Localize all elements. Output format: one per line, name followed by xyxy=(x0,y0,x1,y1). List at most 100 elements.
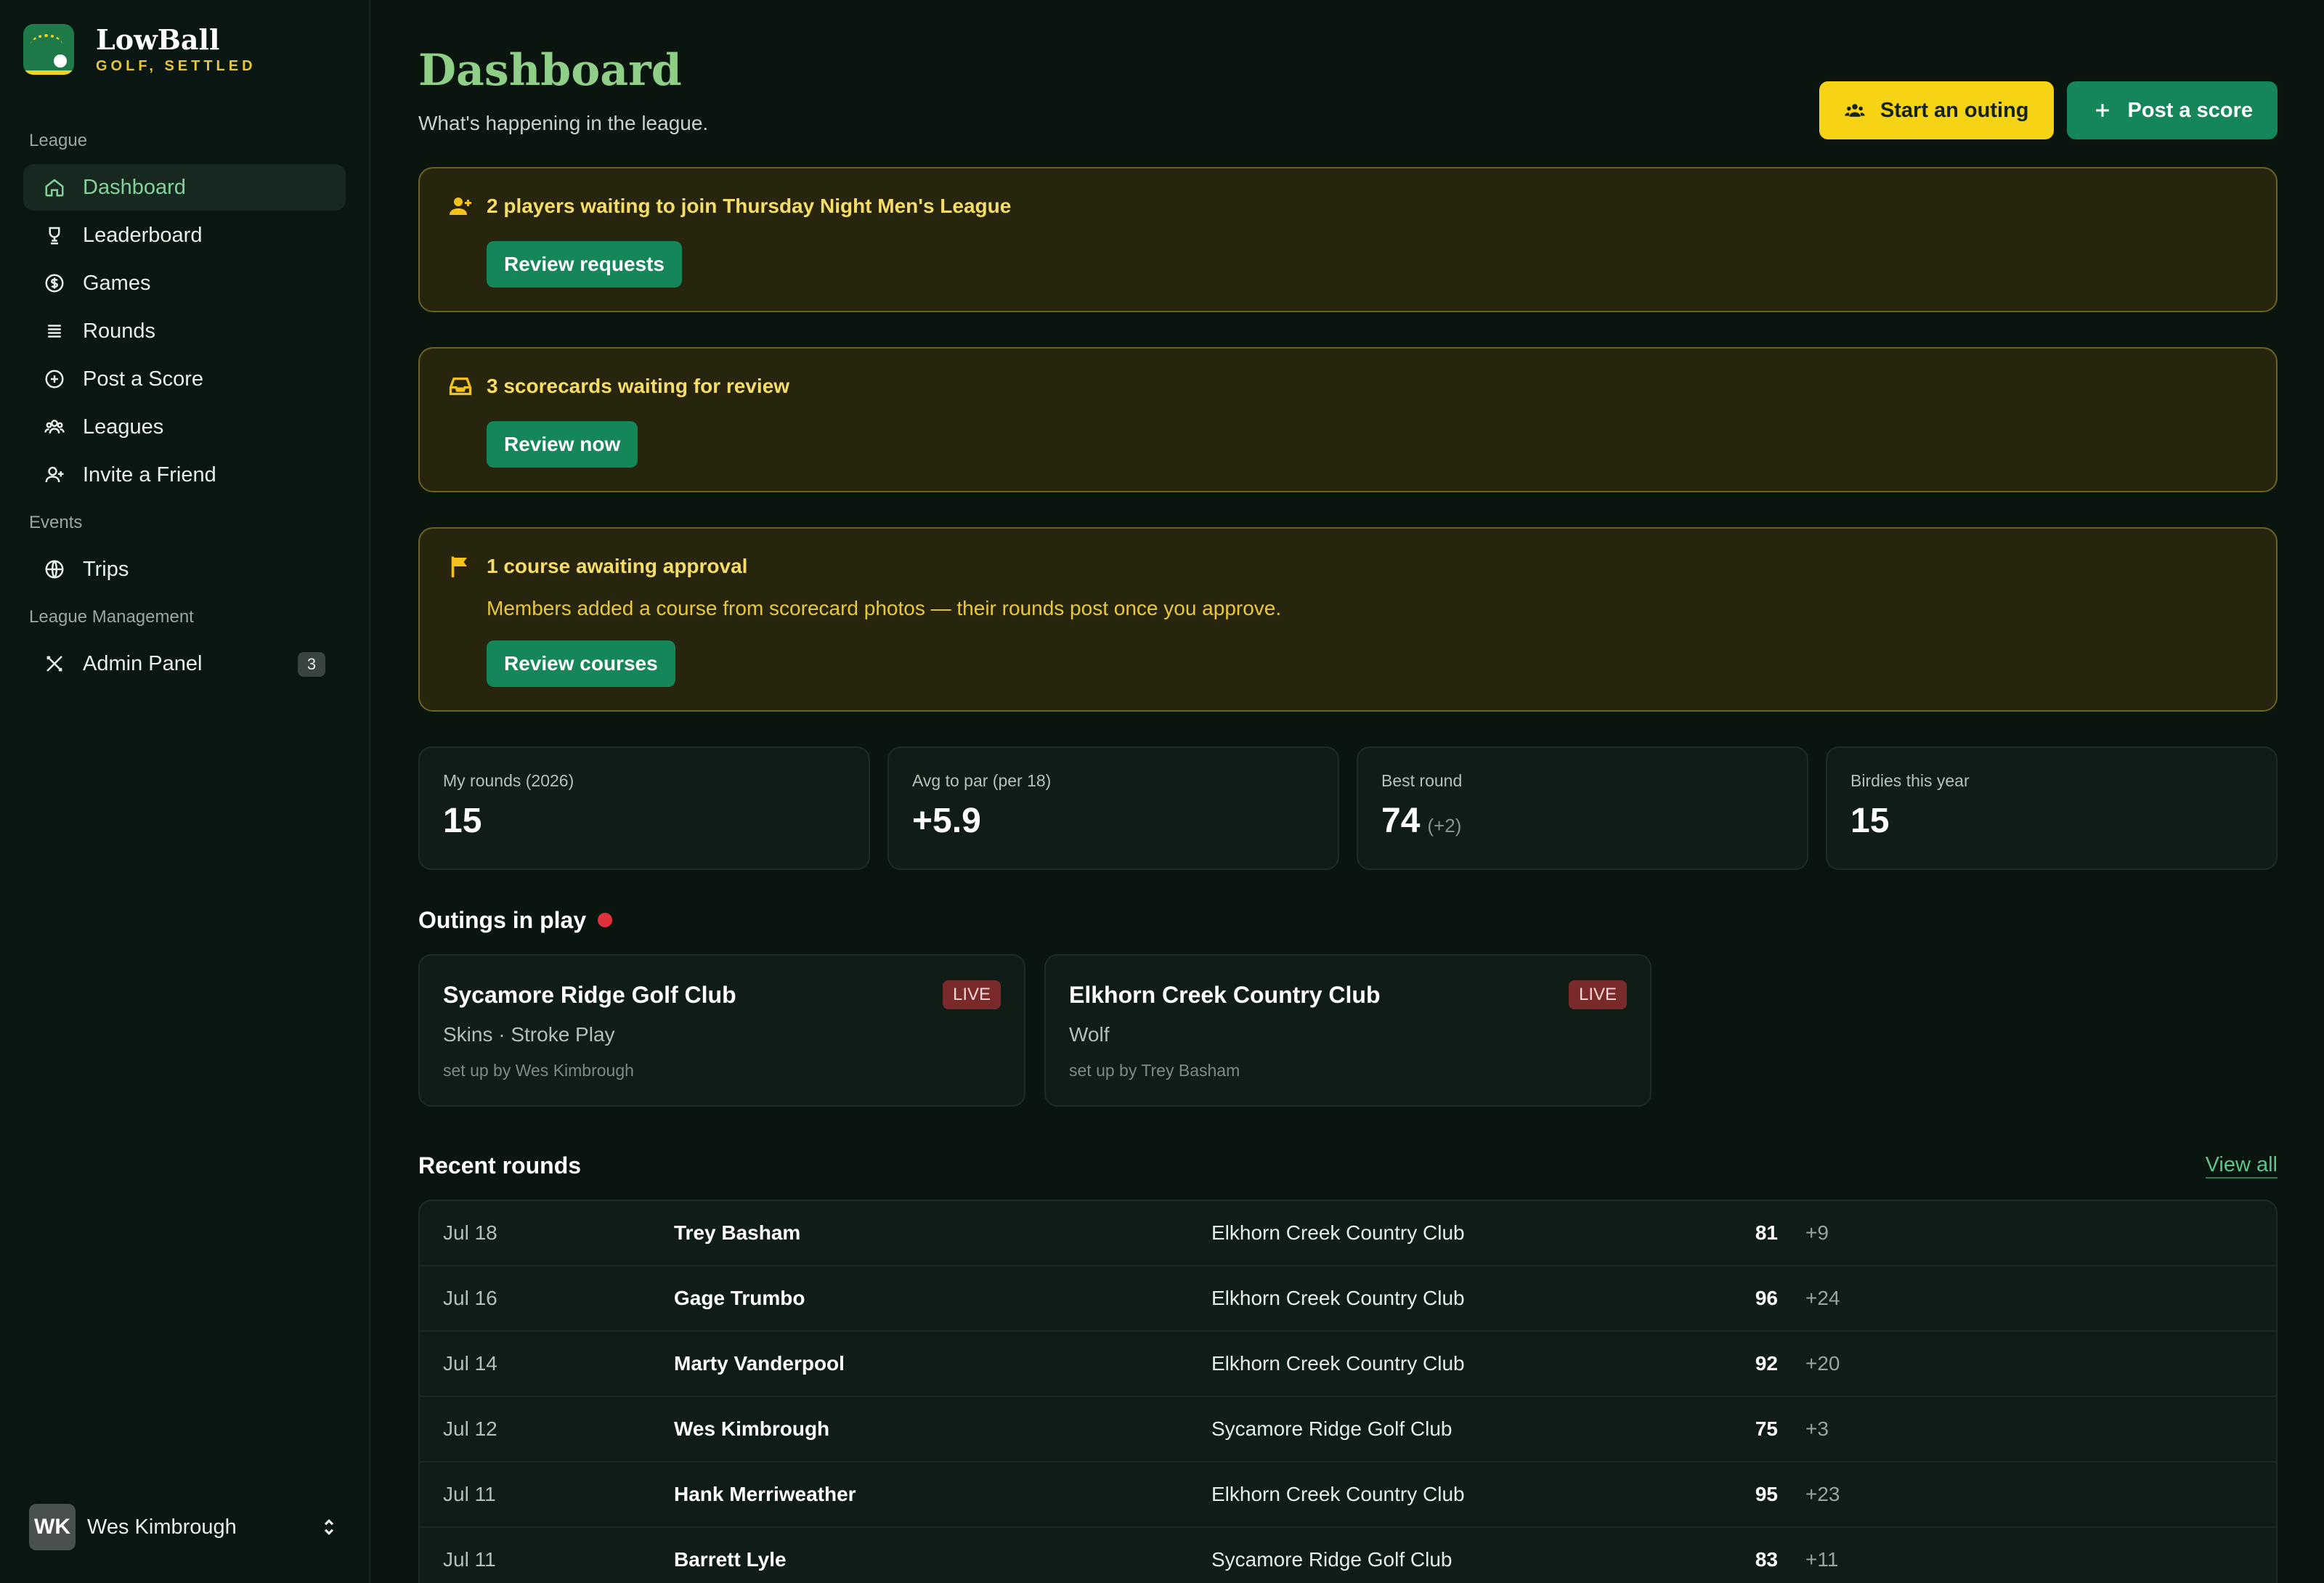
round-course: Elkhorn Creek Country Club xyxy=(1211,1483,1465,1505)
outings-heading: Outings in play xyxy=(418,902,2278,938)
tools-icon xyxy=(42,651,67,676)
review-courses-button[interactable]: Review courses xyxy=(487,640,675,687)
page-subtitle: What's happening in the league. xyxy=(418,112,709,134)
round-score: 92 xyxy=(1755,1352,1778,1375)
plus-icon xyxy=(2095,104,2109,117)
round-player: Barrett Lyle xyxy=(674,1548,787,1571)
globe-icon xyxy=(42,557,67,582)
stat-label: Avg to par (per 18) xyxy=(912,771,1052,790)
sidebar-item-games[interactable]: Games xyxy=(23,260,346,306)
round-date: Jul 16 xyxy=(443,1287,497,1309)
live-badge: LIVE xyxy=(942,980,1001,1009)
user-plus-icon xyxy=(446,192,475,221)
round-to-par: +23 xyxy=(1805,1483,1840,1505)
home-icon xyxy=(42,175,67,200)
brand[interactable]: LowBall GOLF, SETTLED xyxy=(23,0,346,99)
outing-games: Wolf xyxy=(1069,1023,1110,1046)
table-row[interactable]: Jul 16 Gage Trumbo Elkhorn Creek Country… xyxy=(420,1266,2276,1332)
stat-card-best-round: Best round 74 (+2) xyxy=(1357,746,1808,870)
logo-icon xyxy=(23,24,74,75)
stat-value: 74 xyxy=(1381,802,1421,840)
inbox-icon xyxy=(446,372,475,401)
round-course: Sycamore Ridge Golf Club xyxy=(1211,1548,1452,1571)
brand-tagline: GOLF, SETTLED xyxy=(96,57,256,74)
sidebar-item-leagues[interactable]: Leagues xyxy=(23,404,346,450)
stat-label: Birdies this year xyxy=(1850,771,1970,790)
round-date: Jul 14 xyxy=(443,1352,497,1375)
sidebar-item-dashboard[interactable]: Dashboard xyxy=(23,164,346,211)
page-title: Dashboard xyxy=(418,45,682,96)
stat-card-avg-to-par: Avg to par (per 18) +5.9 xyxy=(887,746,1339,870)
recent-rounds-header: Recent rounds View all xyxy=(418,1147,2278,1184)
list-icon xyxy=(42,319,67,343)
post-score-label: Post a score xyxy=(2127,98,2253,122)
users-icon xyxy=(1845,104,1865,117)
start-outing-label: Start an outing xyxy=(1880,98,2029,122)
sidebar-item-rounds[interactable]: Rounds xyxy=(23,308,346,354)
table-row[interactable]: Jul 14 Marty Vanderpool Elkhorn Creek Co… xyxy=(420,1332,2276,1397)
table-row[interactable]: Jul 11 Hank Merriweather Elkhorn Creek C… xyxy=(420,1462,2276,1528)
alert-scorecards: 3 scorecards waiting for review Review n… xyxy=(418,347,2278,492)
sidebar: LowBall GOLF, SETTLED League Dashboard L… xyxy=(0,0,370,1583)
round-date: Jul 11 xyxy=(443,1548,496,1571)
sidebar-item-label: Leaderboard xyxy=(83,223,203,247)
main-content: Dashboard What's happening in the league… xyxy=(370,0,2324,1583)
table-row[interactable]: Jul 11 Barrett Lyle Sycamore Ridge Golf … xyxy=(420,1528,2276,1583)
round-player: Marty Vanderpool xyxy=(674,1352,845,1375)
alert-description: Members added a course from scorecard ph… xyxy=(487,597,1282,619)
round-to-par: +20 xyxy=(1805,1352,1840,1375)
alert-title: 1 course awaiting approval xyxy=(487,555,748,577)
recent-rounds-table: Jul 18 Trey Basham Elkhorn Creek Country… xyxy=(418,1200,2278,1583)
section-label-league: League xyxy=(29,131,88,150)
round-score: 75 xyxy=(1755,1417,1778,1440)
admin-badge: 3 xyxy=(298,652,325,677)
round-date: Jul 12 xyxy=(443,1417,497,1440)
sidebar-item-label: Dashboard xyxy=(83,175,186,199)
sidebar-item-invite-a-friend[interactable]: Invite a Friend xyxy=(23,452,346,498)
outing-course: Sycamore Ridge Golf Club xyxy=(443,982,736,1008)
sidebar-item-label: Leagues xyxy=(83,415,164,439)
review-requests-button[interactable]: Review requests xyxy=(487,241,682,288)
sidebar-item-label: Post a Score xyxy=(83,367,204,391)
round-player: Gage Trumbo xyxy=(674,1287,805,1309)
round-to-par: +24 xyxy=(1805,1287,1840,1309)
stat-label: Best round xyxy=(1381,771,1463,790)
live-dot-icon xyxy=(598,913,613,927)
sidebar-item-label: Games xyxy=(83,271,151,295)
start-outing-button[interactable]: Start an outing xyxy=(1819,81,2054,139)
outing-card[interactable]: Elkhorn Creek Country Club Wolf set up b… xyxy=(1044,954,1651,1107)
table-row[interactable]: Jul 18 Trey Basham Elkhorn Creek Country… xyxy=(420,1201,2276,1266)
user-menu[interactable]: WK Wes Kimbrough xyxy=(29,1503,340,1551)
round-score: 83 xyxy=(1755,1548,1778,1571)
sidebar-item-admin-panel[interactable]: Admin Panel 3 xyxy=(23,640,346,687)
sidebar-item-post-a-score[interactable]: Post a Score xyxy=(23,356,346,402)
outing-setup-by: set up by Trey Basham xyxy=(1069,1061,1240,1080)
outing-card[interactable]: Sycamore Ridge Golf Club Skins · Stroke … xyxy=(418,954,1025,1107)
live-badge: LIVE xyxy=(1568,980,1627,1009)
flag-icon xyxy=(446,552,475,581)
stat-card-rounds: My rounds (2026) 15 xyxy=(418,746,870,870)
post-score-button[interactable]: Post a score xyxy=(2066,81,2278,139)
user-name: Wes Kimbrough xyxy=(87,1515,237,1539)
sidebar-item-label: Trips xyxy=(83,557,129,581)
sidebar-item-label: Invite a Friend xyxy=(83,463,216,487)
round-score: 81 xyxy=(1755,1221,1778,1244)
sidebar-item-trips[interactable]: Trips xyxy=(23,546,346,593)
trophy-icon xyxy=(42,223,67,248)
review-now-button[interactable]: Review now xyxy=(487,421,638,468)
dollar-icon xyxy=(42,271,67,296)
sidebar-item-leaderboard[interactable]: Leaderboard xyxy=(23,212,346,259)
sidebar-item-label: Admin Panel xyxy=(83,651,203,675)
stat-value: +5.9 xyxy=(912,802,981,840)
view-all-link[interactable]: View all xyxy=(2205,1153,2278,1179)
alert-join-requests: 2 players waiting to join Thursday Night… xyxy=(418,167,2278,312)
stats-row: My rounds (2026) 15 Avg to par (per 18) … xyxy=(418,746,2278,870)
user-plus-icon xyxy=(42,463,67,487)
round-player: Trey Basham xyxy=(674,1221,801,1244)
sidebar-item-label: Rounds xyxy=(83,319,155,343)
round-player: Hank Merriweather xyxy=(674,1483,856,1505)
round-course: Elkhorn Creek Country Club xyxy=(1211,1287,1465,1309)
alert-title: 2 players waiting to join Thursday Night… xyxy=(487,195,1012,217)
table-row[interactable]: Jul 12 Wes Kimbrough Sycamore Ridge Golf… xyxy=(420,1397,2276,1462)
round-to-par: +11 xyxy=(1805,1548,1839,1571)
